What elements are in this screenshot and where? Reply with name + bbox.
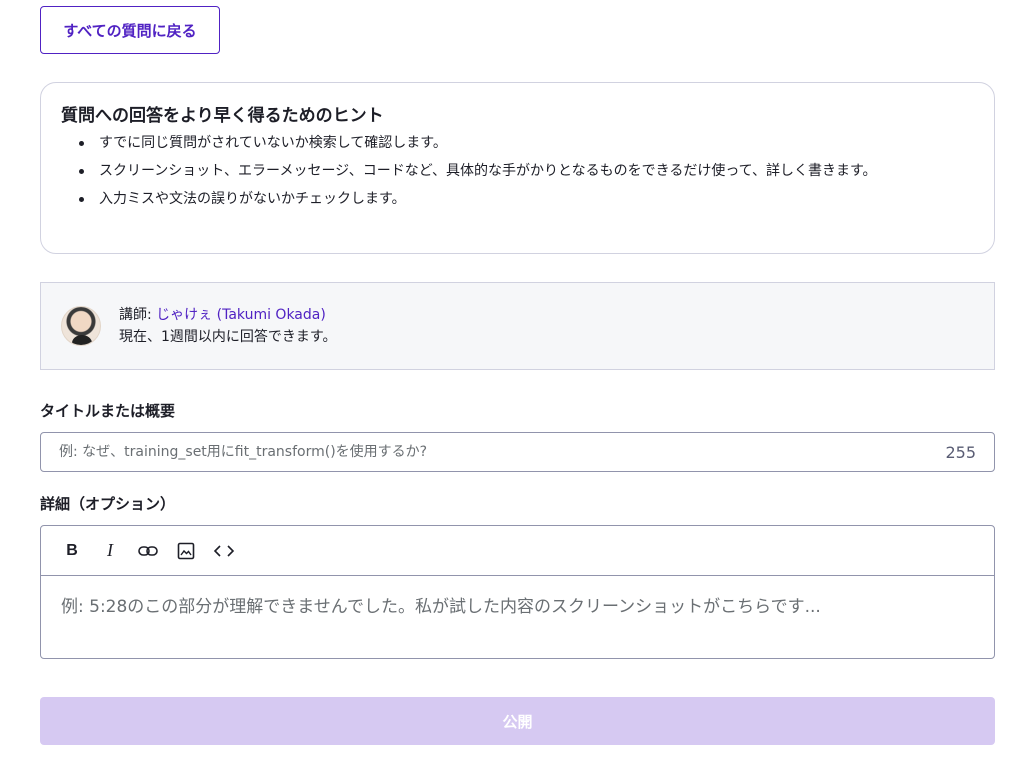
- link-icon: [138, 545, 158, 556]
- instructor-info: 講師: じゃけぇ (Takumi Okada) 現在、1週間以内に回答できます。: [40, 282, 995, 370]
- details-label: 詳細（オプション）: [40, 495, 176, 513]
- bold-button[interactable]: B: [53, 536, 91, 566]
- details-input[interactable]: 例: 5:28のこの部分が理解できませんでした。私が試した内容のスクリーンショッ…: [41, 576, 994, 633]
- italic-button[interactable]: I: [91, 536, 129, 566]
- back-to-all-questions-button[interactable]: すべての質問に戻る: [40, 6, 220, 54]
- tips-title: 質問への回答をより早く得るためのヒント: [61, 106, 384, 126]
- link-button[interactable]: [129, 536, 167, 566]
- instructor-name-link[interactable]: じゃけぇ (Takumi Okada): [156, 307, 326, 323]
- question-form-page: すべての質問に戻る 質問への回答をより早く得るためのヒント すでに同じ質問がされ…: [0, 0, 1024, 771]
- instructor-prefix: 講師:: [119, 307, 157, 323]
- tip-item: スクリーンショット、エラーメッセージ、コードなど、具体的な手がかりとなるものをで…: [79, 160, 974, 182]
- code-icon: [213, 544, 235, 557]
- title-input[interactable]: [59, 444, 879, 460]
- title-field[interactable]: 255: [40, 432, 995, 472]
- details-editor: B I 例: 5:28のこの部分が理解できませんでした。私が試した内容のスクリー…: [40, 525, 995, 659]
- tip-item: すでに同じ質問がされていないか検索して確認します。: [79, 132, 974, 154]
- tips-box: 質問への回答をより早く得るためのヒント すでに同じ質問がされていないか検索して確…: [40, 82, 995, 254]
- image-button[interactable]: [167, 536, 205, 566]
- image-icon: [177, 542, 195, 559]
- tips-list: すでに同じ質問がされていないか検索して確認します。 スクリーンショット、エラーメ…: [61, 132, 974, 210]
- avatar: [61, 306, 101, 346]
- response-time: 現在、1週間以内に回答できます。: [119, 329, 337, 345]
- editor-toolbar: B I: [41, 526, 994, 576]
- instructor-text: 講師: じゃけぇ (Takumi Okada) 現在、1週間以内に回答できます。: [119, 304, 337, 348]
- publish-button[interactable]: 公開: [40, 697, 995, 745]
- tip-item: 入力ミスや文法の誤りがないかチェックします。: [79, 188, 974, 210]
- title-label: タイトルまたは概要: [40, 402, 176, 420]
- char-count: 255: [945, 442, 976, 462]
- code-button[interactable]: [205, 536, 243, 566]
